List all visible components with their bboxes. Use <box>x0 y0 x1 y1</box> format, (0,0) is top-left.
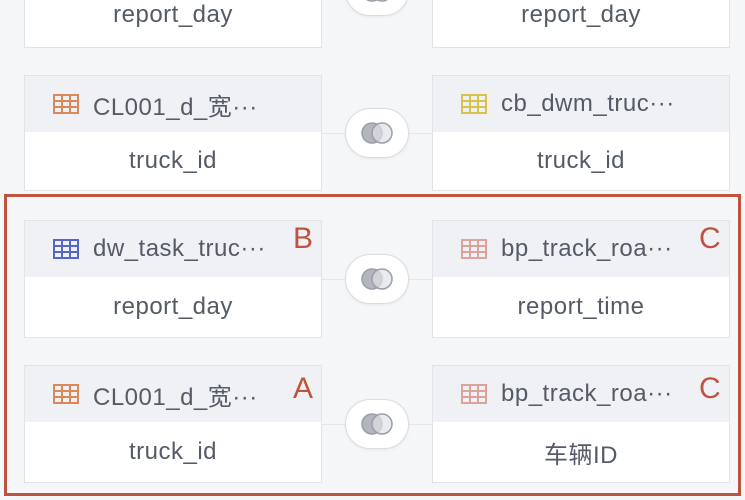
table-header: bp_track_roa··· <box>433 366 729 422</box>
join-type-button[interactable] <box>345 399 409 449</box>
annotation-marker: B <box>293 222 314 255</box>
join-venn-icon <box>361 122 393 144</box>
join-type-button[interactable] <box>345 0 409 16</box>
right-join-card[interactable]: cb_dwm_truc··· truck_id <box>432 75 730 191</box>
join-field-label: 车辆ID <box>544 441 618 469</box>
table-icon <box>461 94 487 114</box>
left-join-card[interactable]: report_day <box>24 0 322 48</box>
join-type-button[interactable] <box>345 254 409 304</box>
table-name: bp_track_roa··· <box>501 235 673 262</box>
right-join-card[interactable]: bp_track_roa··· report_time <box>432 220 730 338</box>
join-field-label: report_time <box>517 293 645 320</box>
join-field-label: truck_id <box>128 438 218 465</box>
table-name: dw_task_truc··· <box>93 235 266 262</box>
right-join-card[interactable]: report_day <box>432 0 730 48</box>
table-header: bp_track_roa··· <box>433 221 729 277</box>
annotation-marker: C <box>699 222 721 255</box>
table-header: cb_dwm_truc··· <box>433 76 729 132</box>
join-venn-icon <box>361 268 393 290</box>
table-header: CL001_d_宽··· <box>25 366 321 422</box>
table-name: CL001_d_宽··· <box>93 383 258 411</box>
table-name: bp_track_roa··· <box>501 380 673 407</box>
table-icon <box>53 94 79 114</box>
left-join-card[interactable]: dw_task_truc··· report_day <box>24 220 322 338</box>
join-type-button[interactable] <box>345 108 409 158</box>
left-join-card[interactable]: CL001_d_宽··· truck_id <box>24 365 322 483</box>
table-icon <box>461 239 487 259</box>
join-field-label: report_day <box>113 293 233 320</box>
join-venn-icon <box>366 0 388 2</box>
annotation-marker: A <box>293 372 314 405</box>
left-join-card[interactable]: CL001_d_宽··· truck_id <box>24 75 322 191</box>
right-join-card[interactable]: bp_track_roa··· 车辆ID <box>432 365 730 483</box>
table-icon <box>53 384 79 404</box>
table-name: CL001_d_宽··· <box>93 93 258 121</box>
annotation-marker: C <box>699 372 721 405</box>
table-header: CL001_d_宽··· <box>25 76 321 132</box>
table-icon <box>461 384 487 404</box>
table-name: cb_dwm_truc··· <box>501 90 675 117</box>
table-icon <box>53 239 79 259</box>
join-field-label: truck_id <box>128 147 218 174</box>
join-field-label: report_day <box>521 1 641 28</box>
join-venn-icon <box>361 413 393 435</box>
join-field-label: truck_id <box>536 147 626 174</box>
join-field-label: report_day <box>113 1 233 28</box>
table-header: dw_task_truc··· <box>25 221 321 277</box>
